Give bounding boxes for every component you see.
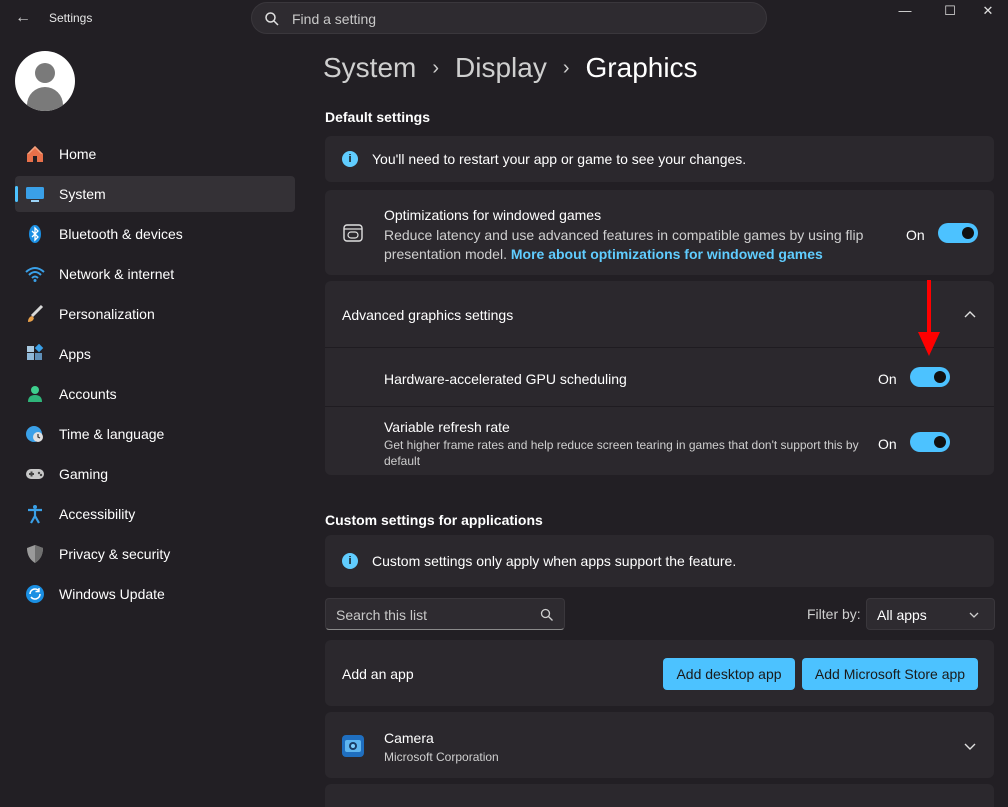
windowed-games-card: Optimizations for windowed games Reduce …: [325, 190, 994, 275]
sidebar-item-label: Apps: [59, 346, 91, 362]
restart-info-text: You'll need to restart your app or game …: [372, 151, 747, 167]
accessibility-icon: [25, 504, 45, 524]
gpu-scheduling-toggle[interactable]: [910, 367, 950, 387]
globe-clock-icon: [25, 424, 45, 444]
sidebar-item-system[interactable]: System: [15, 176, 295, 212]
custom-settings-heading: Custom settings for applications: [325, 512, 543, 528]
shield-icon: [25, 544, 45, 564]
app-publisher: Microsoft Corporation: [384, 750, 499, 764]
update-icon: [25, 584, 45, 604]
close-button[interactable]: ✕: [968, 0, 1008, 22]
system-monitor-icon: [25, 184, 45, 204]
sidebar-item-accounts[interactable]: Accounts: [15, 376, 295, 412]
chevron-down-icon[interactable]: [963, 739, 977, 753]
add-desktop-app-button[interactable]: Add desktop app: [663, 658, 795, 690]
search-icon: [540, 608, 553, 621]
vrr-toggle[interactable]: [910, 432, 950, 452]
sidebar-item-label: Accounts: [59, 386, 117, 402]
windowed-games-learn-more-link[interactable]: More about optimizations for windowed ga…: [511, 246, 823, 262]
red-arrow-annotation: [918, 280, 940, 356]
breadcrumb-display[interactable]: Display: [455, 52, 547, 84]
app-list-item-partial[interactable]: [325, 784, 994, 807]
sidebar-item-gaming[interactable]: Gaming: [15, 456, 295, 492]
filter-by-label: Filter by:: [807, 606, 861, 622]
add-app-label: Add an app: [342, 666, 414, 682]
search-input[interactable]: Find a setting: [292, 11, 376, 27]
sidebar-item-label: Time & language: [59, 426, 165, 442]
gpu-scheduling-state: On: [878, 371, 897, 387]
avatar[interactable]: [15, 51, 75, 111]
app-list-item-camera[interactable]: Camera Microsoft Corporation: [325, 712, 994, 778]
chevron-right-icon: ›: [562, 56, 570, 79]
vrr-description: Get higher frame rates and help reduce s…: [384, 438, 859, 468]
breadcrumb-system[interactable]: System: [323, 52, 416, 84]
custom-info-text: Custom settings only apply when apps sup…: [372, 553, 737, 569]
sidebar-item-label: Privacy & security: [59, 546, 171, 562]
vrr-title: Variable refresh rate: [384, 419, 510, 435]
windowed-game-icon: [343, 224, 363, 242]
home-icon: [25, 144, 45, 164]
app-name: Camera: [384, 730, 434, 746]
windowed-games-toggle[interactable]: [938, 223, 978, 243]
sidebar-item-home[interactable]: Home: [15, 136, 295, 172]
vrr-state: On: [878, 436, 897, 452]
add-app-card: Add an app Add desktop app Add Microsoft…: [325, 640, 994, 706]
default-settings-heading: Default settings: [325, 109, 431, 125]
sidebar-item-time-language[interactable]: Time & language: [15, 416, 295, 452]
page-title: Graphics: [585, 52, 698, 83]
chevron-up-icon[interactable]: [963, 308, 977, 322]
sidebar-item-accessibility[interactable]: Accessibility: [15, 496, 295, 532]
filter-value: All apps: [877, 607, 927, 623]
gamepad-icon: [25, 464, 45, 484]
chevron-down-icon: [969, 612, 979, 618]
sidebar-item-label: Network & internet: [59, 266, 175, 282]
app-title: Settings: [49, 11, 93, 25]
sidebar-item-apps[interactable]: Apps: [15, 336, 295, 372]
sidebar-item-network[interactable]: Network & internet: [15, 256, 295, 292]
sidebar-nav: Home System Bluetooth & devices Network …: [15, 136, 295, 616]
sidebar-item-windows-update[interactable]: Windows Update: [15, 576, 295, 612]
info-icon: i: [342, 553, 358, 569]
windowed-games-state: On: [906, 227, 925, 243]
bluetooth-icon: [25, 224, 45, 244]
windowed-games-description: Reduce latency and use advanced features…: [384, 227, 864, 262]
breadcrumb: System › Display › Graphics: [323, 52, 698, 84]
camera-icon: [342, 735, 364, 757]
search-list-placeholder: Search this list: [336, 607, 428, 623]
title-bar: ← Settings Find a setting — ☐ ✕: [0, 0, 1008, 36]
brush-icon: [25, 304, 45, 324]
info-icon: i: [342, 151, 358, 167]
custom-info-bar: i Custom settings only apply when apps s…: [325, 535, 994, 587]
add-store-app-button[interactable]: Add Microsoft Store app: [802, 658, 978, 690]
apps-icon: [25, 344, 45, 364]
wifi-icon: [25, 264, 45, 284]
restart-info-bar: i You'll need to restart your app or gam…: [325, 136, 994, 182]
sidebar-item-label: Windows Update: [59, 586, 165, 602]
sidebar-item-label: Bluetooth & devices: [59, 226, 183, 242]
minimize-button[interactable]: —: [882, 0, 928, 22]
sidebar-item-bluetooth[interactable]: Bluetooth & devices: [15, 216, 295, 252]
sidebar-item-label: Gaming: [59, 466, 109, 482]
chevron-right-icon: ›: [432, 56, 440, 79]
back-arrow-icon[interactable]: ←: [12, 8, 34, 28]
search-this-list-input[interactable]: Search this list: [325, 598, 565, 630]
advanced-graphics-card: Advanced graphics settings Hardware-acce…: [325, 281, 994, 475]
accounts-icon: [25, 384, 45, 404]
sidebar-item-label: Personalization: [59, 306, 155, 322]
sidebar-item-personalization[interactable]: Personalization: [15, 296, 295, 332]
search-icon: [265, 12, 279, 26]
sidebar-item-privacy[interactable]: Privacy & security: [15, 536, 295, 572]
maximize-button[interactable]: ☐: [927, 0, 973, 22]
advanced-graphics-title[interactable]: Advanced graphics settings: [342, 307, 513, 323]
gpu-scheduling-title: Hardware-accelerated GPU scheduling: [384, 371, 627, 387]
sidebar-item-label: System: [59, 186, 106, 202]
filter-dropdown[interactable]: All apps: [866, 598, 995, 630]
windowed-games-title: Optimizations for windowed games: [384, 207, 602, 223]
find-setting-search[interactable]: Find a setting: [251, 2, 767, 34]
sidebar-item-label: Home: [59, 146, 97, 162]
sidebar-item-label: Accessibility: [59, 506, 136, 522]
